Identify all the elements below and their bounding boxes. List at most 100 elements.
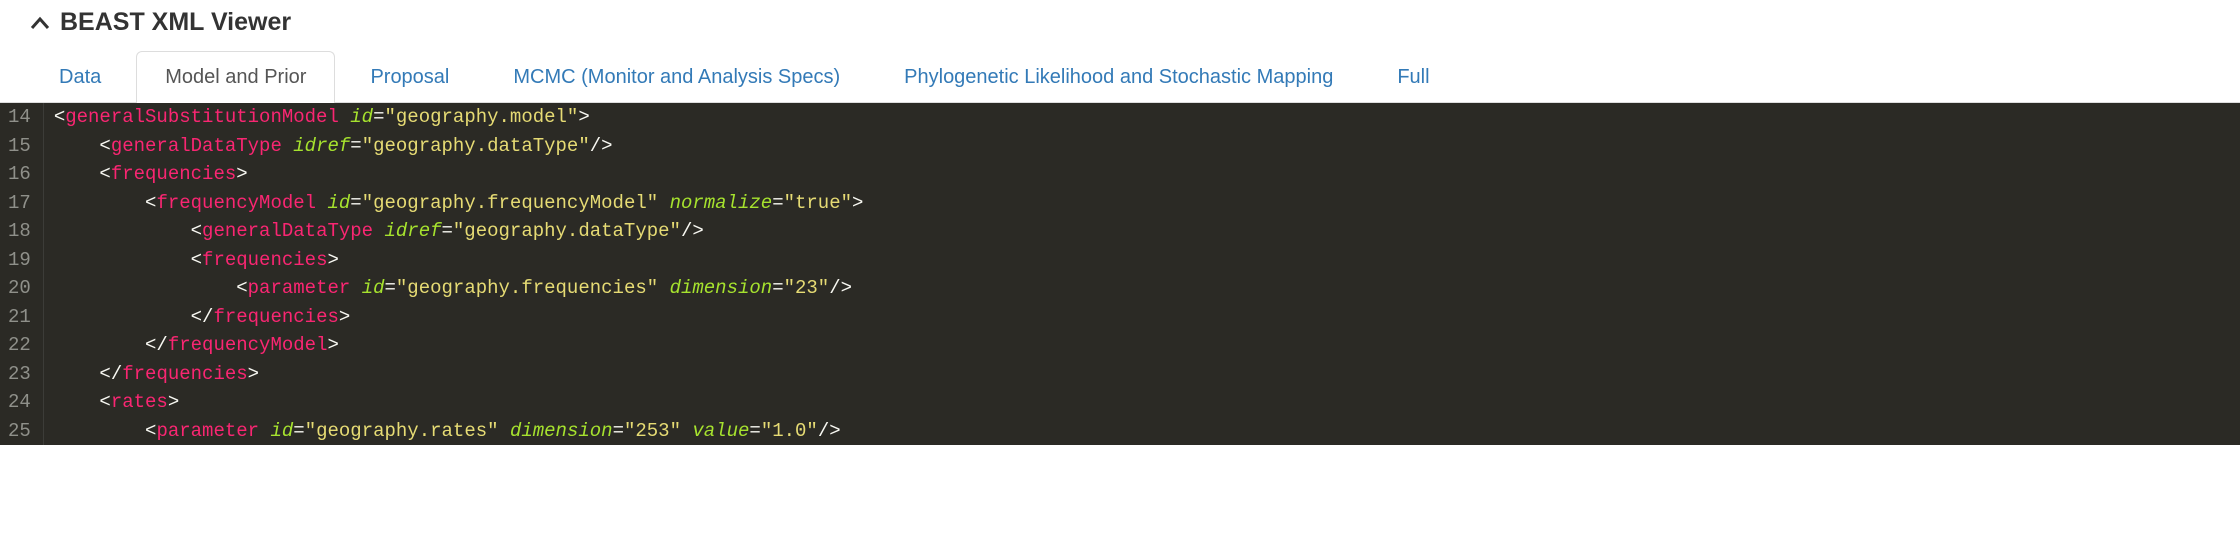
- token-punct: [339, 106, 350, 128]
- tab-phylogenetic-likelihood-and-stochastic-mapping[interactable]: Phylogenetic Likelihood and Stochastic M…: [875, 51, 1362, 103]
- token-punct: =: [772, 277, 783, 299]
- token-punct: <: [191, 220, 202, 242]
- token-punct: [282, 135, 293, 157]
- token-punct: =: [293, 420, 304, 442]
- line-number: 15: [6, 132, 33, 161]
- code-line[interactable]: <frequencies>: [54, 246, 864, 275]
- token-punct: </: [145, 334, 168, 356]
- token-attrval: "geography.frequencies": [396, 277, 658, 299]
- token-punct: >: [339, 306, 350, 328]
- line-number: 23: [6, 360, 33, 389]
- line-gutter: 141516171819202122232425: [0, 103, 44, 445]
- code-line[interactable]: <generalDataType idref="geography.dataTy…: [54, 132, 864, 161]
- token-tagname: generalSubstitutionModel: [65, 106, 339, 128]
- line-number: 18: [6, 217, 33, 246]
- code-line[interactable]: <frequencyModel id="geography.frequencyM…: [54, 189, 864, 218]
- line-number: 25: [6, 417, 33, 446]
- token-punct: </: [99, 363, 122, 385]
- token-punct: =: [350, 135, 361, 157]
- token-attrname: idref: [384, 220, 441, 242]
- token-punct: >: [327, 334, 338, 356]
- chevron-up-icon[interactable]: [30, 11, 50, 35]
- token-punct: >: [236, 163, 247, 185]
- token-attrname: id: [350, 106, 373, 128]
- tab-data[interactable]: Data: [30, 51, 130, 103]
- token-punct: />: [829, 277, 852, 299]
- code-line[interactable]: </frequencies>: [54, 360, 864, 389]
- token-tagname: frequencyModel: [156, 192, 316, 214]
- token-attrname: dimension: [510, 420, 613, 442]
- token-tagname: rates: [111, 391, 168, 413]
- token-attrval: "true": [784, 192, 852, 214]
- code-line[interactable]: <generalSubstitutionModel id="geography.…: [54, 103, 864, 132]
- code-line[interactable]: <parameter id="geography.frequencies" di…: [54, 274, 864, 303]
- token-punct: />: [818, 420, 841, 442]
- token-attrval: "geography.rates": [305, 420, 499, 442]
- token-punct: =: [613, 420, 624, 442]
- line-number: 19: [6, 246, 33, 275]
- token-tagname: parameter: [156, 420, 259, 442]
- tab-model-and-prior[interactable]: Model and Prior: [136, 51, 335, 103]
- token-punct: [658, 192, 669, 214]
- tab-bar: DataModel and PriorProposalMCMC (Monitor…: [0, 41, 2240, 103]
- token-punct: [658, 277, 669, 299]
- panel-title: BEAST XML Viewer: [60, 8, 291, 37]
- token-punct: >: [248, 363, 259, 385]
- token-punct: <: [145, 192, 156, 214]
- token-punct: </: [191, 306, 214, 328]
- panel-header[interactable]: BEAST XML Viewer: [0, 0, 2240, 41]
- token-punct: [316, 192, 327, 214]
- line-number: 16: [6, 160, 33, 189]
- token-punct: >: [327, 249, 338, 271]
- code-line[interactable]: <parameter id="geography.rates" dimensio…: [54, 417, 864, 446]
- token-attrval: "1.0": [761, 420, 818, 442]
- token-punct: [681, 420, 692, 442]
- token-punct: =: [749, 420, 760, 442]
- code-line[interactable]: <rates>: [54, 388, 864, 417]
- token-punct: <: [145, 420, 156, 442]
- token-tagname: frequencies: [202, 249, 327, 271]
- code-content[interactable]: <generalSubstitutionModel id="geography.…: [44, 103, 874, 445]
- token-tagname: frequencies: [213, 306, 338, 328]
- code-line[interactable]: </frequencyModel>: [54, 331, 864, 360]
- token-punct: =: [385, 277, 396, 299]
- token-punct: =: [442, 220, 453, 242]
- token-tagname: frequencies: [111, 163, 236, 185]
- token-punct: [373, 220, 384, 242]
- token-punct: <: [54, 106, 65, 128]
- code-line[interactable]: </frequencies>: [54, 303, 864, 332]
- code-editor[interactable]: 141516171819202122232425 <generalSubstit…: [0, 103, 2240, 445]
- token-punct: >: [168, 391, 179, 413]
- code-line[interactable]: <frequencies>: [54, 160, 864, 189]
- token-punct: =: [350, 192, 361, 214]
- token-punct: [499, 420, 510, 442]
- token-tagname: frequencies: [122, 363, 247, 385]
- token-attrname: id: [327, 192, 350, 214]
- tab-proposal[interactable]: Proposal: [341, 51, 478, 103]
- line-number: 17: [6, 189, 33, 218]
- tab-mcmc-monitor-and-analysis-specs[interactable]: MCMC (Monitor and Analysis Specs): [484, 51, 869, 103]
- line-number: 24: [6, 388, 33, 417]
- token-tagname: parameter: [248, 277, 351, 299]
- token-attrval: "geography.frequencyModel": [362, 192, 658, 214]
- code-line[interactable]: <generalDataType idref="geography.dataTy…: [54, 217, 864, 246]
- token-attrname: idref: [293, 135, 350, 157]
- token-punct: <: [236, 277, 247, 299]
- token-punct: >: [578, 106, 589, 128]
- token-punct: />: [681, 220, 704, 242]
- line-number: 14: [6, 103, 33, 132]
- line-number: 21: [6, 303, 33, 332]
- tab-full[interactable]: Full: [1368, 51, 1458, 103]
- line-number: 20: [6, 274, 33, 303]
- token-attrname: id: [270, 420, 293, 442]
- token-attrname: dimension: [670, 277, 773, 299]
- token-punct: >: [852, 192, 863, 214]
- token-tagname: frequencyModel: [168, 334, 328, 356]
- token-attrname: value: [692, 420, 749, 442]
- token-attrval: "geography.dataType": [362, 135, 590, 157]
- token-punct: [259, 420, 270, 442]
- token-attrval: "253": [624, 420, 681, 442]
- token-punct: <: [191, 249, 202, 271]
- token-attrname: normalize: [670, 192, 773, 214]
- token-punct: <: [99, 163, 110, 185]
